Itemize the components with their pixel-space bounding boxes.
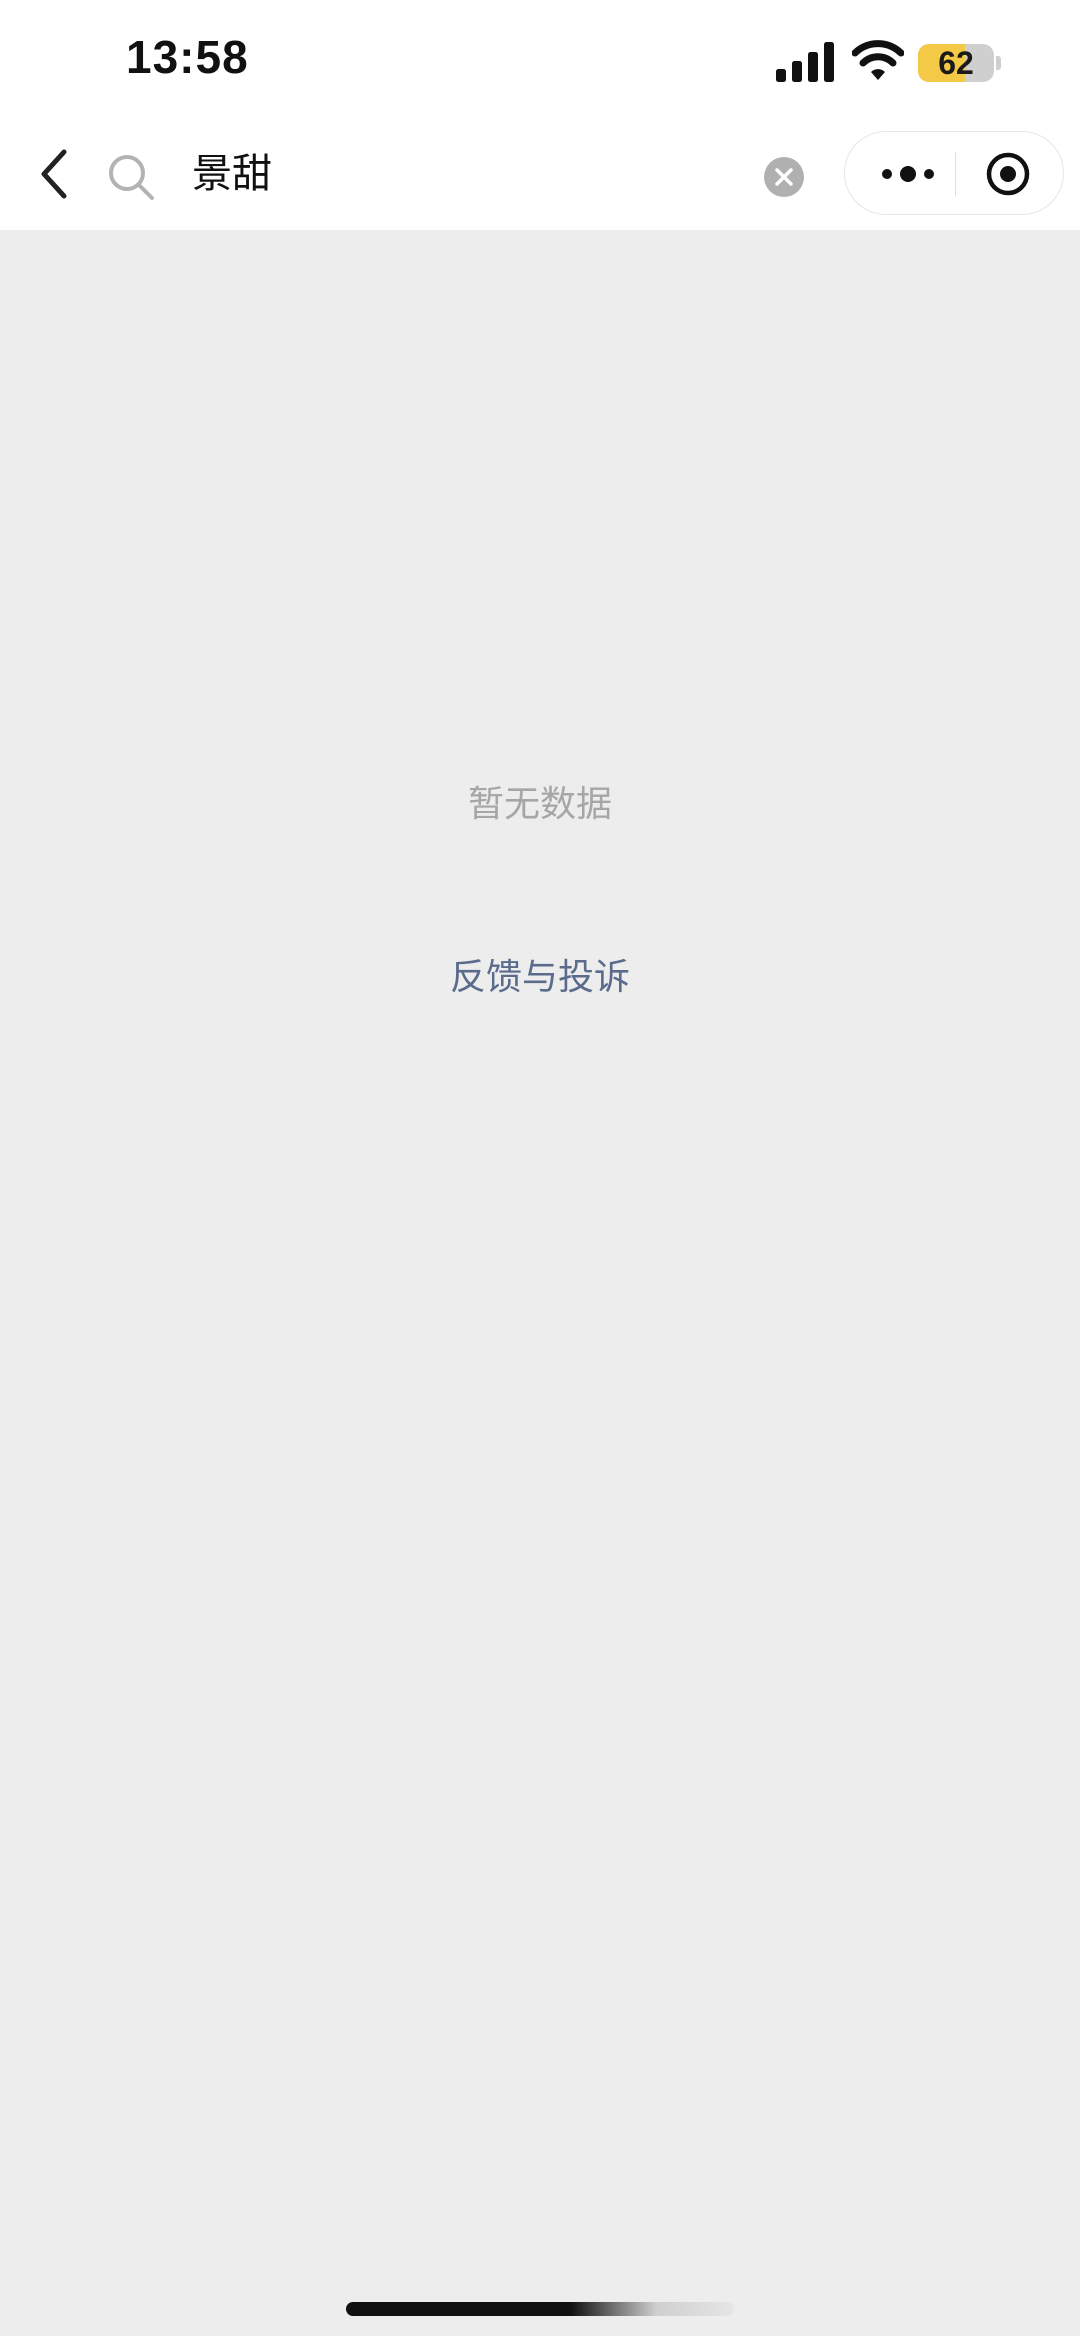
battery-indicator: 62 [918, 44, 994, 82]
wifi-icon [852, 40, 904, 80]
capsule-divider [955, 152, 956, 196]
target-circle-icon[interactable] [985, 151, 1031, 197]
status-time: 13:58 [126, 31, 249, 83]
battery-level: 62 [938, 44, 974, 81]
top-bar: 13:58 62 景甜 [0, 0, 1080, 230]
chevron-left-icon[interactable] [32, 146, 76, 202]
home-indicator[interactable] [346, 2302, 734, 2316]
mini-program-capsule [844, 131, 1064, 215]
cellular-signal-icon [776, 42, 834, 82]
empty-state-message: 暂无数据 [467, 784, 612, 825]
feedback-complaint-link[interactable]: 反馈与投诉 [390, 950, 690, 1006]
magnifier-icon [109, 155, 154, 200]
clear-circle-x-icon[interactable] [764, 157, 804, 197]
battery-cap [996, 56, 1001, 70]
search-input[interactable]: 景甜 [192, 146, 272, 202]
more-dots-icon[interactable] [879, 160, 937, 188]
